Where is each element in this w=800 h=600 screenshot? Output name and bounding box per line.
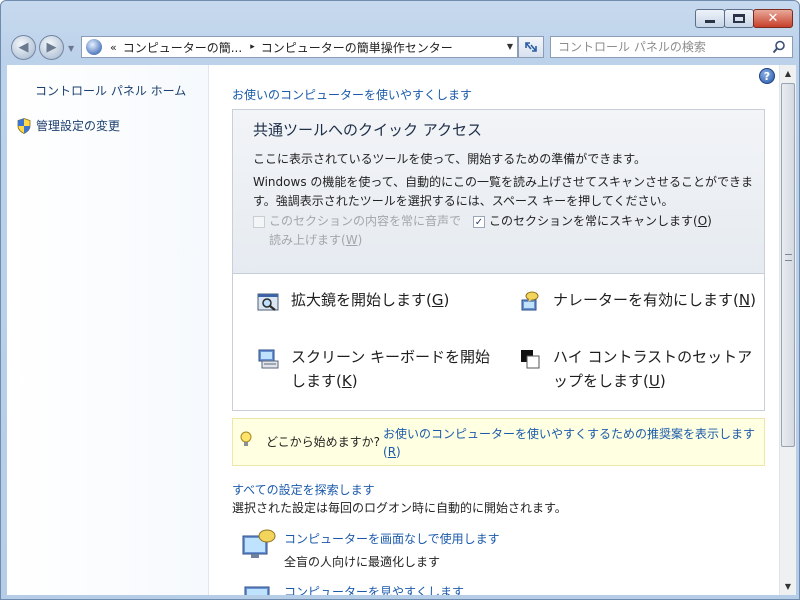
control-panel-icon bbox=[86, 39, 102, 55]
search-input[interactable] bbox=[558, 40, 768, 54]
scan-checkbox-label: このセクションを常にスキャンします(O) bbox=[489, 214, 712, 228]
breadcrumb-separator-icon[interactable]: ▸ bbox=[250, 42, 255, 52]
breadcrumb-ease-of-access[interactable]: コンピューターの簡... bbox=[123, 39, 242, 56]
explore-all-settings-link[interactable]: すべての設定を探索します bbox=[232, 481, 375, 498]
forward-button[interactable]: ▶ bbox=[39, 35, 64, 60]
vertical-scrollbar[interactable]: ▲ ▼ bbox=[779, 65, 796, 595]
enable-narrator-link[interactable]: ナレーターを有効にします(N) bbox=[519, 288, 759, 313]
make-easier-to-see-link[interactable]: コンピューターを見やすくします bbox=[284, 583, 464, 595]
start-onscreen-keyboard-link[interactable]: スクリーン キーボードを開始します(K) bbox=[257, 345, 492, 393]
sidebar: コントロール パネル ホーム 管理設定の変更 bbox=[7, 65, 209, 595]
scan-checkbox-box[interactable]: ✓ bbox=[473, 216, 485, 228]
setup-high-contrast-link[interactable]: ハイ コントラストのセットアップをします(U) bbox=[519, 345, 759, 393]
tip-question: どこから始めますか? bbox=[266, 435, 381, 449]
start-magnifier-label: 拡大鏡を開始します(G) bbox=[291, 291, 450, 309]
scan-checkbox[interactable]: ✓ このセクションを常にスキャンします(O) bbox=[473, 212, 712, 231]
search-box[interactable] bbox=[550, 36, 793, 58]
scrollbar-grip bbox=[785, 254, 792, 261]
explore-all-settings-note: 選択された設定は毎回のログオン時に自動的に開始されます。 bbox=[232, 501, 567, 515]
close-icon: ✕ bbox=[767, 11, 779, 26]
recommendations-link[interactable]: お使いのコンピューターを使いやすくするための推奨案を表示します (R) bbox=[383, 425, 761, 461]
sidebar-item-admin-label: 管理設定の変更 bbox=[36, 119, 121, 133]
main-content: ? お使いのコンピューターを使いやすくします 共通ツールへのクイック アクセス … bbox=[209, 65, 779, 595]
scroll-up-icon[interactable]: ▲ bbox=[780, 65, 796, 82]
breadcrumb-ease-of-access-center[interactable]: コンピューターの簡単操作センター bbox=[261, 39, 453, 56]
use-without-display-desc: 全盲の人向けに最適化します bbox=[284, 555, 441, 569]
window: ✕ ◀ ▶ ▼ « コンピューターの簡... ▸ コンピューターの簡単操作センタ… bbox=[0, 0, 800, 600]
make-computer-easier-link[interactable]: お使いのコンピューターを使いやすくします bbox=[232, 86, 472, 103]
use-without-display-link[interactable]: コンピューターを画面なしで使用します bbox=[284, 530, 500, 547]
easier-to-see-icon bbox=[244, 586, 270, 595]
maximize-icon bbox=[733, 14, 745, 23]
address-overflow-chevron[interactable]: « bbox=[110, 41, 117, 54]
quick-access-scan-desc: Windows の機能を使って、自動的にこの一覧を読み上げさせてスキャンさせるこ… bbox=[253, 175, 753, 208]
quick-access-header: 共通ツールへのクイック アクセス ここに表示されているツールを使って、開始するた… bbox=[233, 110, 764, 274]
keyboard-icon bbox=[258, 349, 279, 369]
refresh-icon bbox=[525, 42, 537, 52]
search-icon[interactable] bbox=[772, 40, 786, 54]
sidebar-item-admin-settings[interactable]: 管理設定の変更 bbox=[17, 117, 120, 134]
setup-high-contrast-label: ハイ コントラストのセットアップをします(U) bbox=[553, 348, 753, 390]
quick-access-title: 共通ツールへのクイック アクセス bbox=[253, 121, 483, 139]
quick-access-panel: 共通ツールへのクイック アクセス ここに表示されているツールを使って、開始するた… bbox=[232, 109, 765, 411]
scrollbar-thumb[interactable] bbox=[781, 83, 795, 447]
read-aloud-checkbox-label: このセクションの内容を常に音声で読み上げます(W) bbox=[269, 214, 462, 247]
caption-buttons: ✕ bbox=[695, 9, 793, 28]
address-bar[interactable]: « コンピューターの簡... ▸ コンピューターの簡単操作センター ▼ bbox=[81, 36, 518, 58]
narrator-icon bbox=[521, 291, 539, 311]
minimize-button[interactable] bbox=[695, 9, 725, 28]
scroll-down-icon[interactable]: ▼ bbox=[780, 578, 796, 595]
maximize-button[interactable] bbox=[724, 9, 754, 28]
recommendation-tip: どこから始めますか? お使いのコンピューターを使いやすくするための推奨案を表示し… bbox=[232, 418, 765, 466]
contrast-icon bbox=[521, 350, 540, 369]
no-display-icon bbox=[242, 529, 276, 558]
start-onscreen-keyboard-label: スクリーン キーボードを開始します(K) bbox=[291, 348, 491, 390]
lightbulb-icon bbox=[240, 431, 252, 446]
back-button[interactable]: ◀ bbox=[11, 35, 36, 60]
forward-arrow-icon: ▶ bbox=[46, 40, 57, 55]
help-icon[interactable]: ? bbox=[759, 68, 775, 84]
magnifier-icon bbox=[257, 293, 279, 311]
close-button[interactable]: ✕ bbox=[753, 9, 793, 28]
read-aloud-checkbox-box[interactable] bbox=[253, 216, 265, 228]
back-arrow-icon: ◀ bbox=[18, 40, 29, 55]
refresh-button[interactable] bbox=[518, 36, 544, 58]
quick-access-desc: ここに表示されているツールを使って、開始するための準備ができます。 bbox=[253, 152, 647, 166]
read-aloud-checkbox[interactable]: このセクションの内容を常に音声で読み上げます(W) bbox=[253, 212, 463, 250]
address-dropdown-icon[interactable]: ▼ bbox=[507, 42, 513, 51]
sidebar-item-control-panel-home[interactable]: コントロール パネル ホーム bbox=[35, 82, 186, 99]
uac-shield-icon bbox=[17, 117, 31, 134]
recent-pages-dropdown[interactable]: ▼ bbox=[68, 44, 74, 53]
start-magnifier-link[interactable]: 拡大鏡を開始します(G) bbox=[257, 288, 449, 313]
enable-narrator-label: ナレーターを有効にします(N) bbox=[553, 291, 756, 309]
minimize-icon bbox=[705, 20, 715, 23]
